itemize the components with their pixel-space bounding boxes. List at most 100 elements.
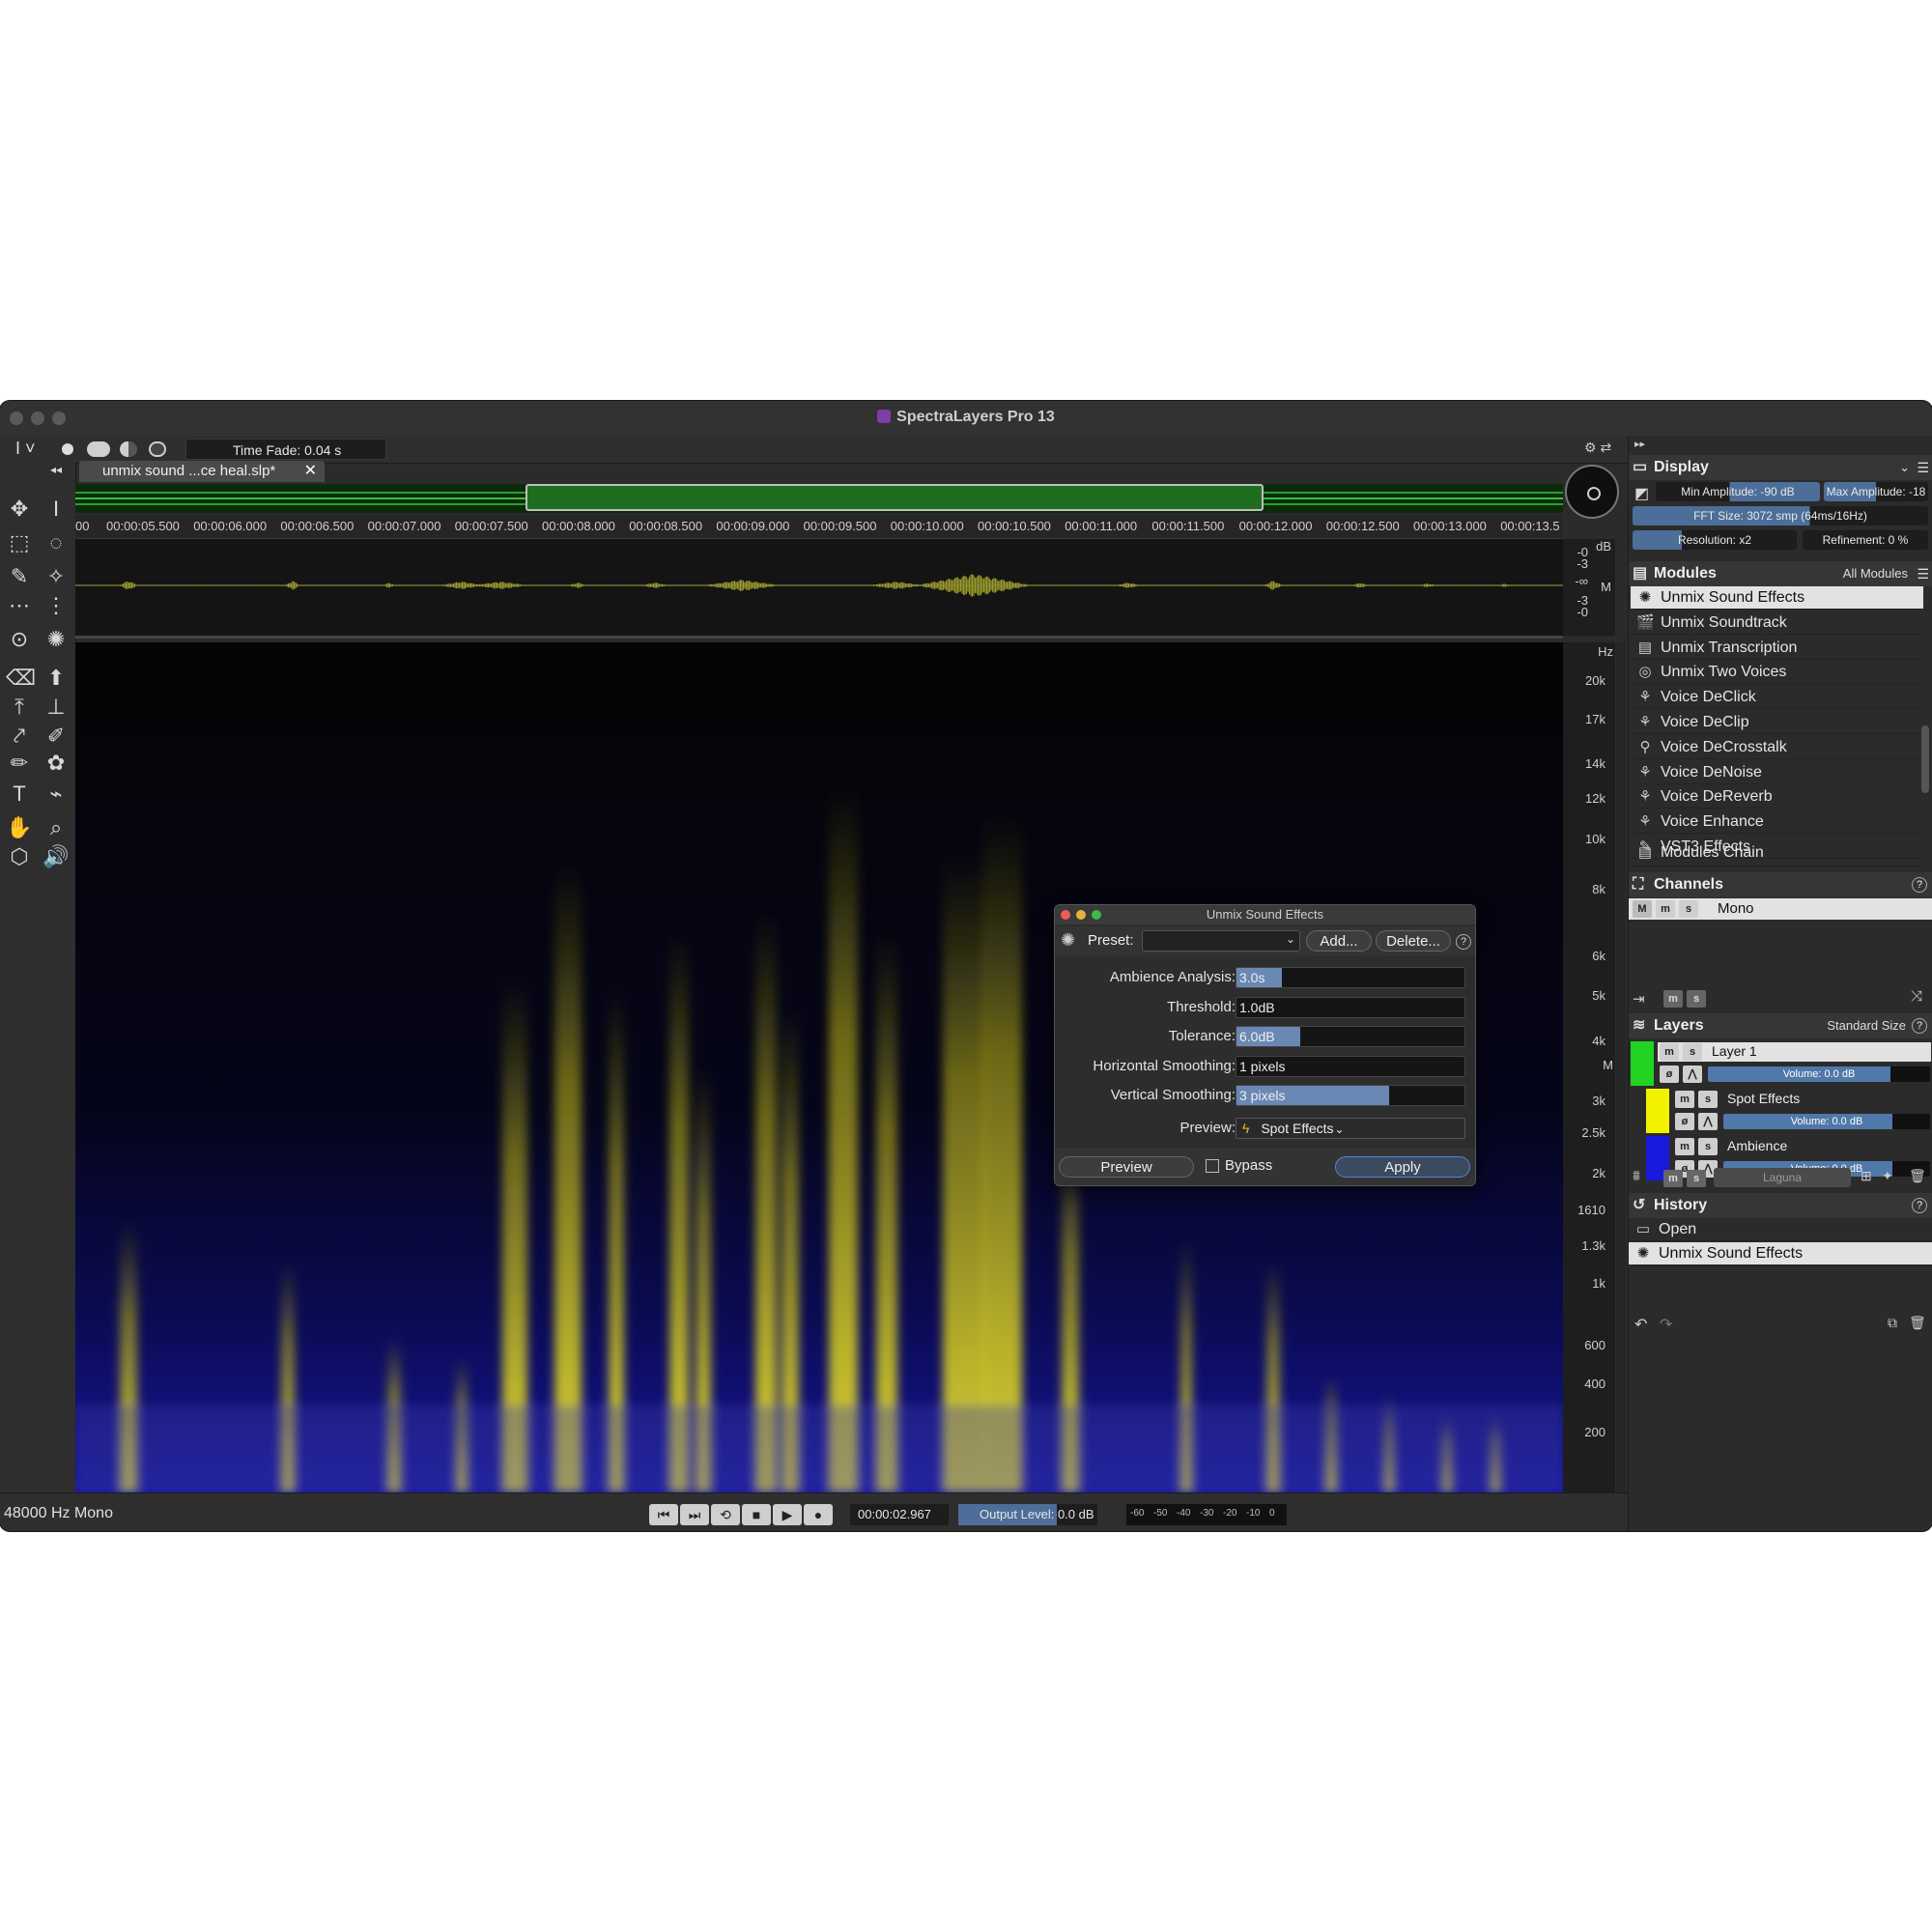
settings-icon[interactable]: ⚙ ⇄: [1584, 440, 1611, 456]
modules-chain-item[interactable]: ▤ Modules Chain: [1631, 841, 1923, 867]
overview-selection[interactable]: [526, 484, 1264, 511]
history-panel-header[interactable]: ↺ History ?: [1629, 1193, 1932, 1218]
heal-tool-icon[interactable]: ⤤: [6, 723, 33, 750]
help-icon[interactable]: ?: [1912, 1018, 1927, 1034]
history-item-selected[interactable]: ✺ Unmix Sound Effects: [1629, 1242, 1932, 1265]
layer-size-select[interactable]: Standard Size: [1827, 1013, 1906, 1038]
magic-wand-icon[interactable]: ✧: [43, 563, 70, 590]
eyedropper-icon[interactable]: ⌁: [43, 781, 70, 808]
layer-solo-button[interactable]: s: [1698, 1138, 1718, 1155]
sun-select-icon[interactable]: ✺: [43, 626, 70, 653]
layer-effect-icon[interactable]: ✦: [1882, 1168, 1893, 1184]
module-item[interactable]: ⚘ Voice DeNoise: [1631, 761, 1923, 784]
waveform-view[interactable]: [75, 539, 1563, 639]
layer-mute-button[interactable]: m: [1675, 1091, 1694, 1108]
module-item[interactable]: ⚲ Voice DeCrosstalk: [1631, 736, 1923, 759]
param-slider[interactable]: 6.0dB: [1236, 1026, 1465, 1047]
help-icon[interactable]: ?: [1912, 1198, 1927, 1213]
module-item[interactable]: ⚘ Voice Enhance: [1631, 810, 1923, 835]
hand-tool-icon[interactable]: ✋: [6, 814, 33, 841]
preset-select[interactable]: ⌄: [1142, 930, 1300, 952]
text-select-tool-icon[interactable]: I: [43, 496, 70, 523]
route-icon[interactable]: ⇥: [1633, 990, 1645, 1008]
module-item[interactable]: ⚘ Voice DeReverb: [1631, 785, 1923, 810]
channel-row-mono[interactable]: M m s Mono: [1629, 898, 1932, 920]
module-item[interactable]: 🎬 Unmix Soundtrack: [1631, 611, 1923, 635]
help-icon[interactable]: ?: [1456, 934, 1471, 950]
layer-tools-icon[interactable]: ⩩: [1633, 1168, 1640, 1184]
intersect-mode-icon[interactable]: [149, 441, 166, 457]
layer-row[interactable]: m s Spot Effects ø ⋀ Volume: 0.0 dB: [1629, 1088, 1932, 1134]
phase-invert-icon[interactable]: ø: [1660, 1065, 1679, 1083]
module-item[interactable]: ▤ Unmix Transcription: [1631, 637, 1923, 660]
module-item[interactable]: ◎ Unmix Two Voices: [1631, 661, 1923, 685]
help-icon[interactable]: ?: [1912, 877, 1927, 893]
layer-mute-button[interactable]: m: [1675, 1138, 1694, 1155]
stop-icon[interactable]: ■: [742, 1504, 771, 1525]
file-tab[interactable]: unmix sound ...ce heal.slp* ✕: [79, 461, 325, 482]
single-mode-icon[interactable]: [62, 443, 73, 455]
mute-all-button[interactable]: m: [1663, 990, 1683, 1008]
close-tab-icon[interactable]: ✕: [304, 461, 317, 482]
bypass-checkbox[interactable]: [1206, 1159, 1219, 1173]
modules-panel-header[interactable]: ▤ Modules All Modules ☰: [1629, 561, 1932, 586]
layers-solo-button[interactable]: s: [1687, 1170, 1706, 1187]
layer-solo-button[interactable]: s: [1698, 1091, 1718, 1108]
text-tool-icon[interactable]: T: [6, 781, 33, 808]
param-slider[interactable]: 1 pixels: [1236, 1055, 1465, 1077]
shuffle-icon[interactable]: ⤨: [1911, 988, 1922, 1005]
solo-all-button[interactable]: s: [1687, 990, 1706, 1008]
overview-bar[interactable]: [75, 484, 1563, 513]
loop-icon[interactable]: ⟲: [711, 1504, 740, 1525]
zoom-tool-icon[interactable]: ⌕: [43, 814, 70, 841]
apply-button[interactable]: Apply: [1335, 1156, 1470, 1178]
output-level-slider[interactable]: Output Level: 0.0 dB: [958, 1504, 1097, 1525]
panel-menu-icon[interactable]: ☰: [1917, 455, 1929, 480]
dialog-minimize-button[interactable]: [1076, 910, 1086, 920]
module-item[interactable]: ✺ Unmix Sound Effects: [1631, 586, 1923, 610]
subtract-mode-icon[interactable]: [120, 441, 137, 457]
max-amplitude-slider[interactable]: Max Amplitude: -18 dB: [1824, 482, 1928, 501]
3d-view-icon[interactable]: ⬡: [6, 843, 33, 870]
envelope-icon[interactable]: ⋀: [1683, 1065, 1702, 1083]
layer-solo-button[interactable]: s: [1683, 1043, 1702, 1061]
freq-select-tool-icon[interactable]: ⋯: [6, 592, 33, 619]
lasso-tool-icon[interactable]: ◌: [43, 529, 70, 556]
radial-select-icon[interactable]: ⊙: [6, 626, 33, 653]
collapse-tools-icon[interactable]: ◂◂: [50, 463, 62, 476]
dialog-close-button[interactable]: [1061, 910, 1070, 920]
refinement-slider[interactable]: Refinement: 0 %: [1803, 530, 1928, 550]
expand-panel-icon[interactable]: ▸▸: [1634, 438, 1645, 450]
envelope-icon[interactable]: ⋀: [1698, 1113, 1718, 1130]
trash-icon[interactable]: 🗑: [1909, 1315, 1926, 1331]
duplicate-icon[interactable]: ⧉: [1888, 1315, 1897, 1331]
eraser-tool-icon[interactable]: ⌫: [6, 665, 36, 692]
merge-mode-icon[interactable]: [87, 441, 110, 457]
add-layer-icon[interactable]: ⊞: [1861, 1168, 1872, 1184]
speaker-tool-icon[interactable]: 🔊: [43, 843, 70, 870]
solo-button[interactable]: s: [1679, 900, 1698, 918]
add-preset-button[interactable]: Add...: [1306, 930, 1372, 952]
layer-color-swatch[interactable]: [1631, 1041, 1654, 1086]
rect-select-tool-icon[interactable]: ⬚: [6, 529, 33, 556]
layer-mute-button[interactable]: m: [1660, 1043, 1679, 1061]
dialog-zoom-button[interactable]: [1092, 910, 1101, 920]
layer-row[interactable]: m s Layer 1 ø ⋀ Volume: 0.0 dB: [1629, 1040, 1932, 1087]
undo-icon[interactable]: ↶: [1634, 1315, 1647, 1334]
module-item[interactable]: ⚘ Voice DeClip: [1631, 711, 1923, 734]
paint-brush-icon[interactable]: ✐: [43, 723, 70, 750]
resolution-slider[interactable]: Resolution: x2: [1633, 530, 1797, 550]
text-cursor-tool-icon[interactable]: I ˅: [15, 439, 36, 459]
layers-panel-header[interactable]: ≋ Layers Standard Size ?: [1629, 1013, 1932, 1038]
vertical-scrollbar[interactable]: [1616, 642, 1626, 1492]
phase-invert-icon[interactable]: ø: [1675, 1113, 1694, 1130]
layer-volume-slider[interactable]: Volume: 0.0 dB: [1723, 1114, 1930, 1129]
fade-tool-icon[interactable]: ⤒: [6, 694, 33, 721]
preview-mode-select[interactable]: ϟ Spot Effects ⌄: [1236, 1118, 1465, 1139]
preview-button[interactable]: Preview: [1059, 1156, 1194, 1178]
record-icon[interactable]: ●: [804, 1504, 833, 1525]
play-icon[interactable]: ▶: [773, 1504, 802, 1525]
timecode-display[interactable]: 00:00:02.967: [850, 1504, 949, 1525]
layers-mute-button[interactable]: m: [1663, 1170, 1683, 1187]
blend-mode-select[interactable]: Laguna: [1714, 1168, 1851, 1187]
